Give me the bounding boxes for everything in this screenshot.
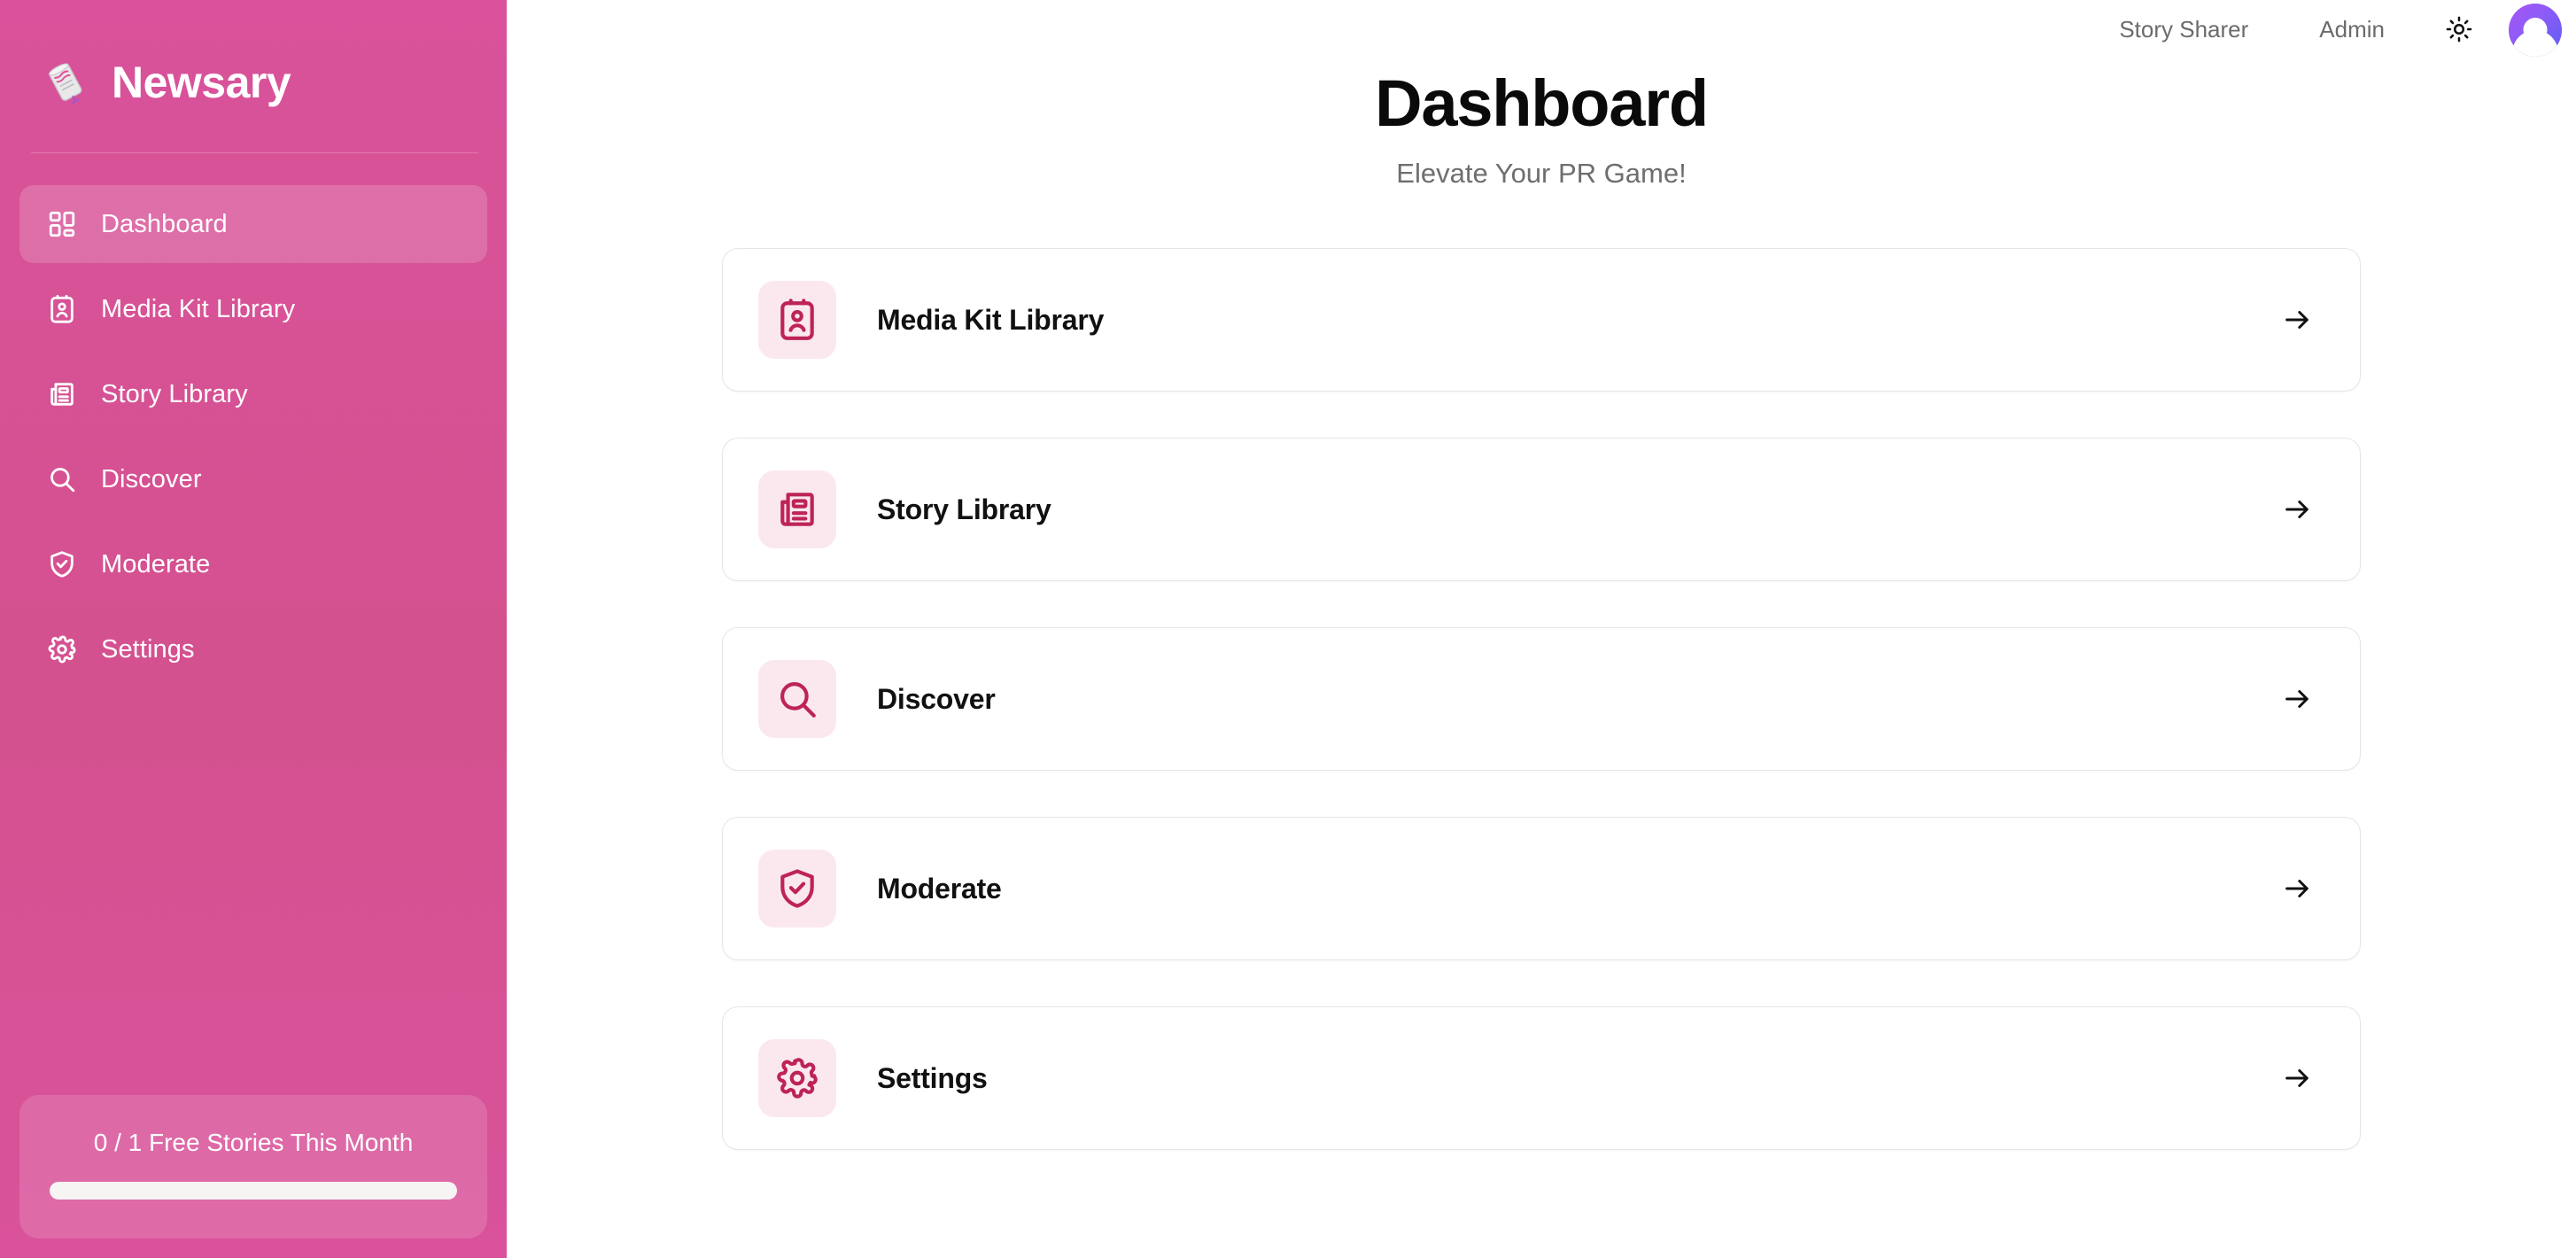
card-story-library[interactable]: Story Library (722, 438, 2361, 582)
sun-icon[interactable] (2432, 3, 2486, 56)
card-title: Media Kit Library (877, 303, 1105, 336)
sidebar-divider (31, 152, 478, 153)
card-title: Settings (877, 1061, 988, 1094)
topbar: Story Sharer Admin (2083, 0, 2576, 58)
sidebar-item-discover[interactable]: Discover (19, 440, 487, 518)
search-icon (44, 462, 80, 497)
arrow-right-icon (2282, 494, 2312, 524)
quota-progress-track (50, 1182, 457, 1200)
sidebar-item-media-kit-library[interactable]: Media Kit Library (19, 270, 487, 348)
sidebar-item-label: Dashboard (101, 209, 228, 238)
newspaper-icon (44, 377, 80, 412)
card-title: Moderate (877, 872, 1002, 905)
arrow-right-icon (2282, 684, 2312, 714)
sidebar-item-label: Moderate (101, 549, 211, 579)
shield-check-icon (44, 547, 80, 582)
arrow-right-icon (2282, 1063, 2312, 1093)
card-discover[interactable]: Discover (722, 627, 2361, 772)
arrow-right-icon (2282, 305, 2312, 335)
shield-check-icon (758, 850, 836, 928)
card-title: Discover (877, 682, 996, 715)
quota-label: 0 / 1 Free Stories This Month (93, 1129, 414, 1156)
id-card-icon (758, 281, 836, 360)
card-settings[interactable]: Settings (722, 1006, 2361, 1151)
sidebar-item-label: Media Kit Library (101, 294, 296, 323)
search-icon (758, 660, 836, 739)
sidebar-item-label: Settings (101, 634, 195, 664)
app-root: Newsary Dashboard Media Kit Library Stor… (0, 0, 2576, 1258)
quota-progress-fill (50, 1182, 457, 1200)
sidebar-item-settings[interactable]: Settings (19, 610, 487, 688)
sidebar-item-story-library[interactable]: Story Library (19, 355, 487, 433)
brand-name: Newsary (112, 57, 291, 107)
page-title: Dashboard (1375, 66, 1709, 140)
gear-icon (44, 632, 80, 667)
grid-dashboard-icon (44, 206, 80, 242)
rolled-newspaper-icon (43, 59, 89, 105)
card-media-kit-library[interactable]: Media Kit Library (722, 248, 2361, 392)
quick-links-list: Media Kit Library Story Library Discover… (507, 248, 2576, 1196)
topbar-role-label[interactable]: Story Sharer (2083, 16, 2284, 43)
card-moderate[interactable]: Moderate (722, 817, 2361, 961)
page-subtitle: Elevate Your PR Game! (1396, 158, 1687, 190)
sidebar-item-label: Story Library (101, 379, 248, 408)
id-card-icon (44, 291, 80, 327)
sidebar-nav: Dashboard Media Kit Library Story Librar… (0, 185, 507, 695)
sidebar-item-label: Discover (101, 464, 202, 493)
sidebar-item-dashboard[interactable]: Dashboard (19, 185, 487, 263)
newspaper-icon (758, 470, 836, 549)
gear-icon (758, 1039, 836, 1118)
topbar-account-label[interactable]: Admin (2284, 16, 2420, 43)
avatar-body (2512, 30, 2558, 57)
sidebar: Newsary Dashboard Media Kit Library Stor… (0, 0, 507, 1258)
sidebar-item-moderate[interactable]: Moderate (19, 525, 487, 603)
arrow-right-icon (2282, 874, 2312, 904)
free-stories-quota-card: 0 / 1 Free Stories This Month (19, 1095, 487, 1239)
main-content: Story Sharer Admin Dashboard Elevate You… (507, 0, 2576, 1258)
card-title: Story Library (877, 493, 1051, 525)
avatar[interactable] (2509, 4, 2562, 57)
brand: Newsary (0, 0, 507, 128)
